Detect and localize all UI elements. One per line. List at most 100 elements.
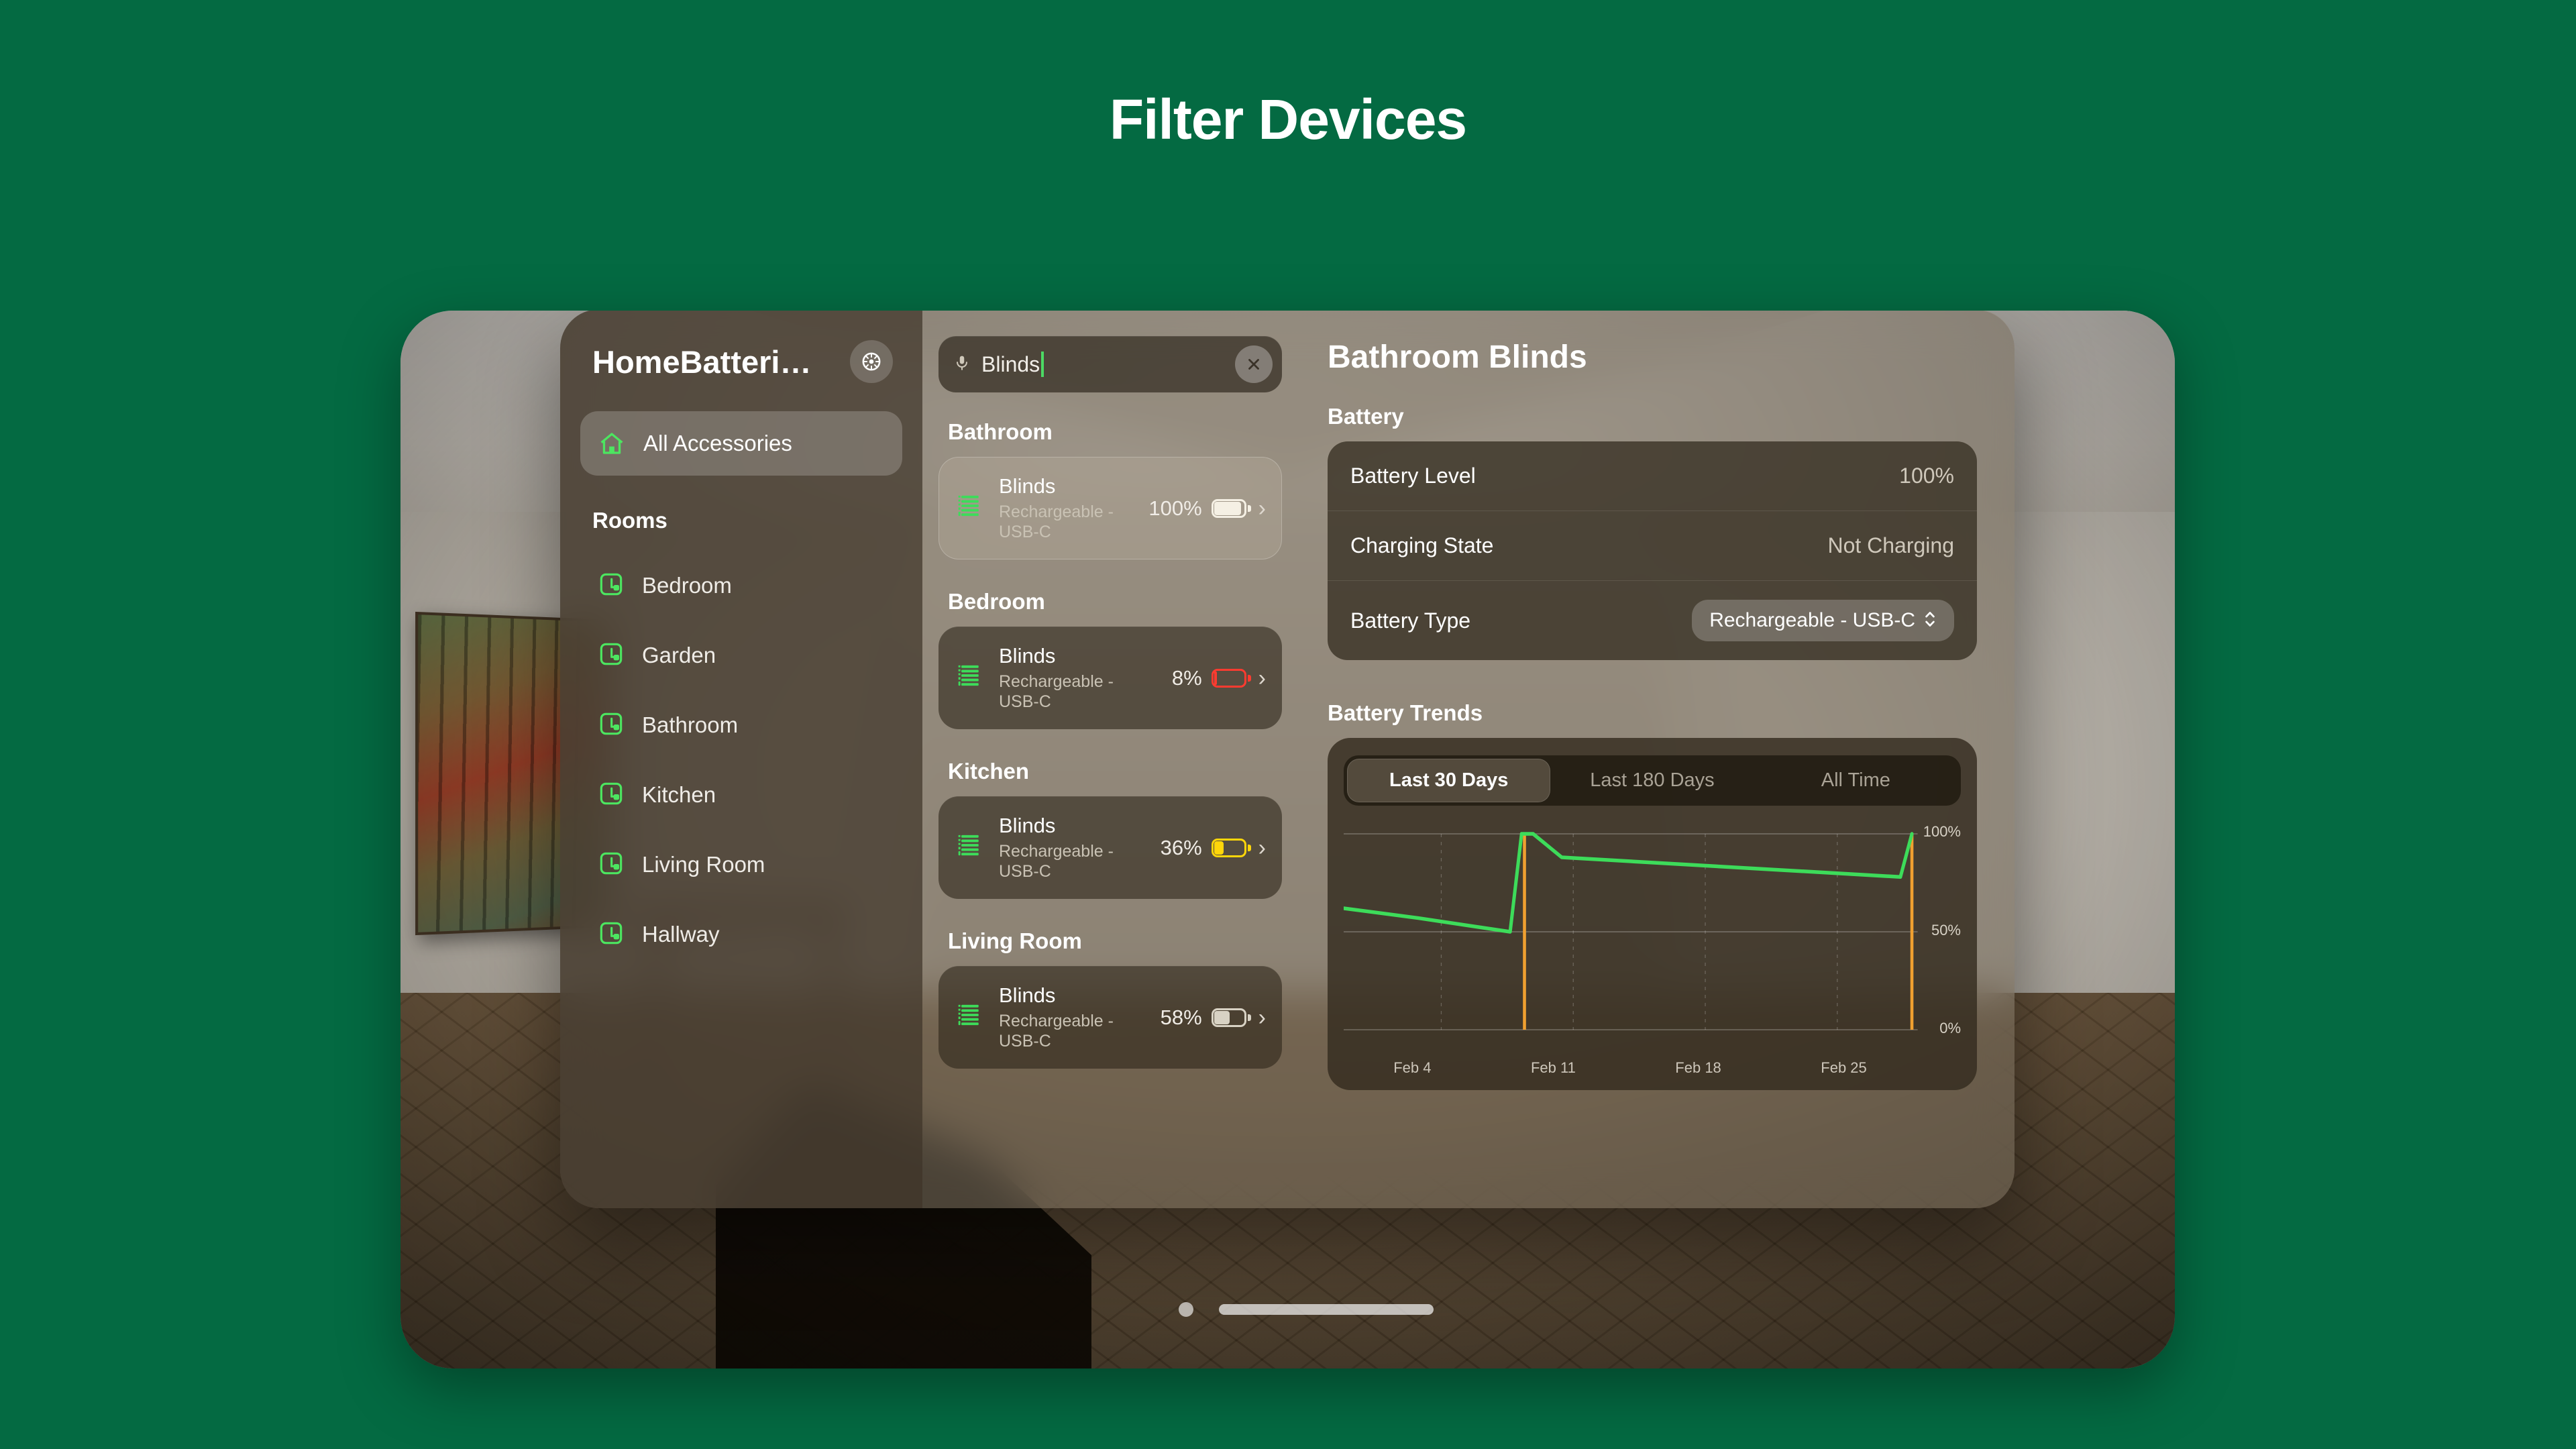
battery-icon <box>1211 1008 1251 1027</box>
battery-rows: Battery Level 100% Charging State Not Ch… <box>1328 441 1977 660</box>
blinds-icon <box>955 492 984 525</box>
page-indicator-dot[interactable] <box>1179 1302 1193 1317</box>
group-title: Kitchen <box>948 759 1030 784</box>
group-title: Bedroom <box>948 589 1045 614</box>
blinds-icon <box>955 1001 984 1034</box>
list-item[interactable]: Blinds Rechargeable - USB-C 36% › <box>938 796 1282 899</box>
battery-trends-label: Battery Trends <box>1328 700 1483 725</box>
room-icon <box>598 641 625 671</box>
battery-icon <box>1211 498 1251 518</box>
room-icon <box>598 920 625 950</box>
device-battery: 8% › <box>1172 666 1266 690</box>
sidebar-item-hallway[interactable]: Hallway <box>580 900 902 969</box>
sidebar-item-bedroom[interactable]: Bedroom <box>580 551 902 621</box>
blinds-icon <box>958 665 979 686</box>
room-icon <box>598 780 625 810</box>
x-tick-label: Feb 18 <box>1675 1059 1721 1076</box>
search-input[interactable]: Blinds <box>938 336 1282 392</box>
time-range-segmented-control: Last 30 Days Last 180 Days All Time <box>1344 755 1961 806</box>
sidebar-item-all-accessories[interactable]: All Accessories <box>580 411 902 476</box>
list-item[interactable]: Blinds Rechargeable - USB-C 8% › <box>938 627 1282 729</box>
blinds-icon <box>958 835 979 856</box>
x-tick-label: Feb 25 <box>1821 1059 1867 1076</box>
sidebar-item-bathroom[interactable]: Bathroom <box>580 690 902 760</box>
device-battery: 36% › <box>1161 836 1266 860</box>
sidebar: HomeBatteri… All Accessories Rooms Bedro… <box>560 311 922 1208</box>
device-info: Blinds Rechargeable - USB-C <box>999 983 1146 1051</box>
device-subtitle: Rechargeable - USB-C <box>999 1012 1114 1051</box>
device-battery: 58% › <box>1161 1006 1266 1030</box>
device-subtitle: Rechargeable - USB-C <box>999 672 1114 711</box>
app-title: HomeBatteri… <box>592 343 812 380</box>
chart-canvas <box>1344 832 1918 1030</box>
chevron-right-icon: › <box>1258 495 1266 521</box>
segment-last-30-days[interactable]: Last 30 Days <box>1347 759 1551 802</box>
blinds-icon <box>955 661 984 694</box>
x-axis-labels: Feb 4 Feb 11 Feb 18 Feb 25 <box>1344 1059 1917 1077</box>
room-icon <box>598 850 625 880</box>
y-axis-label: 100% <box>1923 823 1961 840</box>
y-axis-label: 0% <box>1939 1020 1961 1036</box>
device-frame: HomeBatteri… All Accessories Rooms Bedro… <box>400 311 2175 1368</box>
device-info: Blinds Rechargeable - USB-C <box>999 814 1146 881</box>
chevron-up-down-icon <box>1923 609 1937 631</box>
battery-icon <box>1211 838 1251 857</box>
sidebar-item-label: All Accessories <box>643 431 792 455</box>
battery-section-label: Battery <box>1328 404 1404 429</box>
detail-column: Bathroom Blinds Battery Battery Level 10… <box>1298 311 2015 1208</box>
device-subtitle: Rechargeable - USB-C <box>999 502 1114 541</box>
search-value-wrap: Blinds <box>981 352 1224 377</box>
sidebar-item-living-room[interactable]: Living Room <box>580 830 902 900</box>
battery-percent: 100% <box>1148 496 1202 520</box>
rooms-list: Bedroom Garden Bathroom Kitchen Living R… <box>580 551 902 969</box>
battery-type-picker[interactable]: Rechargeable - USB-C <box>1692 600 1954 641</box>
device-info: Blinds Rechargeable - USB-C <box>999 644 1157 712</box>
device-battery: 100% › <box>1148 496 1266 521</box>
battery-percent: 8% <box>1171 665 1202 690</box>
sidebar-item-label: Kitchen <box>642 782 716 807</box>
sidebar-item-label: Garden <box>642 643 716 667</box>
y-axis-label: 50% <box>1931 922 1961 938</box>
group-title: Bathroom <box>948 419 1053 444</box>
sidebar-item-kitchen[interactable]: Kitchen <box>580 760 902 830</box>
room-icon <box>598 710 625 741</box>
segment-all-time[interactable]: All Time <box>1754 759 1957 802</box>
table-row: Charging State Not Charging <box>1328 511 1977 581</box>
battery-percent: 36% <box>1160 835 1202 859</box>
row-key: Charging State <box>1350 533 1494 557</box>
clear-search-button[interactable] <box>1235 345 1273 383</box>
search-value: Blinds <box>981 352 1040 376</box>
sidebar-item-label: Hallway <box>642 922 720 947</box>
device-subtitle: Rechargeable - USB-C <box>999 842 1114 881</box>
sidebar-item-label: Bedroom <box>642 573 732 598</box>
blinds-icon <box>958 495 979 517</box>
device-list-column: Blinds Bathroom Blinds Rechargeable - US… <box>922 311 1298 1208</box>
home-indicator[interactable] <box>1219 1304 1434 1315</box>
battery-type-value: Rechargeable - USB-C <box>1709 609 1915 631</box>
device-name: Blinds <box>999 474 1056 498</box>
detail-title: Bathroom Blinds <box>1328 339 1587 375</box>
segment-last-180-days[interactable]: Last 180 Days <box>1550 759 1754 802</box>
x-tick-label: Feb 4 <box>1393 1059 1432 1076</box>
group-title: Living Room <box>948 928 1082 953</box>
list-item[interactable]: Blinds Rechargeable - USB-C 58% › <box>938 966 1282 1069</box>
battery-icon <box>1211 668 1251 688</box>
row-key: Battery Type <box>1350 608 1471 633</box>
device-groups: Bathroom Blinds Rechargeable - USB-C 100… <box>938 419 1282 1069</box>
chevron-right-icon: › <box>1258 665 1266 691</box>
app-window: HomeBatteri… All Accessories Rooms Bedro… <box>560 311 2015 1208</box>
house-icon <box>598 429 626 458</box>
sidebar-item-garden[interactable]: Garden <box>580 621 902 690</box>
microphone-icon[interactable] <box>953 352 971 378</box>
row-key: Battery Level <box>1350 464 1476 488</box>
text-cursor <box>1041 352 1044 377</box>
table-row: Battery Level 100% <box>1328 441 1977 511</box>
sidebar-item-label: Living Room <box>642 852 765 877</box>
list-item[interactable]: Blinds Rechargeable - USB-C 100% › <box>938 457 1282 559</box>
settings-button[interactable] <box>850 340 893 383</box>
chevron-right-icon: › <box>1258 1004 1266 1030</box>
battery-percent: 58% <box>1160 1005 1202 1029</box>
x-tick-label: Feb 11 <box>1530 1059 1576 1076</box>
page-title: Filter Devices <box>1109 88 1467 151</box>
table-row: Battery Type Rechargeable - USB-C <box>1328 581 1977 660</box>
